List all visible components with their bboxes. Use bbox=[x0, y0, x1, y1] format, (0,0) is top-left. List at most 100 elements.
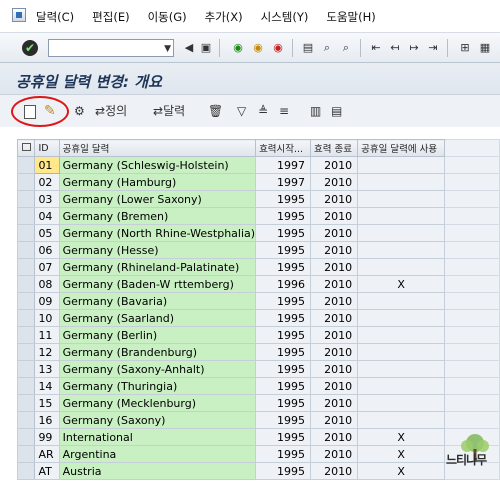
valid-from-cell[interactable]: 1995 bbox=[255, 241, 311, 259]
row-select-cell[interactable] bbox=[16, 173, 36, 191]
table-row[interactable]: 05 Germany (North Rhine-Westphalia) 1995 20… bbox=[16, 224, 500, 242]
calendar-name-cell[interactable]: Germany (Lower Saxony) bbox=[58, 190, 257, 208]
used-flag-cell[interactable] bbox=[357, 377, 446, 395]
menu-calendar[interactable]: 달력(C) bbox=[36, 9, 74, 25]
row-select-cell[interactable] bbox=[16, 156, 36, 174]
calendar-name-cell[interactable]: International bbox=[58, 428, 257, 446]
calendar-name-cell[interactable]: Germany (Brandenburg) bbox=[58, 343, 257, 361]
used-flag-cell[interactable] bbox=[357, 343, 446, 361]
valid-from-cell[interactable]: 1995 bbox=[255, 377, 311, 395]
row-select-cell[interactable] bbox=[16, 190, 36, 208]
valid-to-cell[interactable]: 2010 bbox=[309, 360, 359, 378]
used-flag-cell[interactable]: X bbox=[357, 445, 446, 463]
row-select-cell[interactable] bbox=[16, 207, 36, 225]
calendar-name-cell[interactable]: Germany (Baden-W rttemberg) bbox=[58, 275, 257, 293]
menu-help[interactable]: 도움말(H) bbox=[326, 9, 375, 25]
table-row[interactable]: 04 Germany (Bremen) 1995 2010 bbox=[16, 207, 500, 225]
column-header-id[interactable]: ID bbox=[34, 139, 60, 157]
select-column-header[interactable] bbox=[16, 139, 36, 157]
valid-to-cell[interactable]: 2010 bbox=[309, 445, 359, 463]
id-cell[interactable]: AT bbox=[34, 462, 60, 480]
id-cell[interactable]: 02 bbox=[34, 173, 60, 191]
table-row[interactable]: 13 Germany (Saxony-Anhalt) 1995 2010 bbox=[16, 360, 500, 378]
valid-to-cell[interactable]: 2010 bbox=[309, 258, 359, 276]
valid-to-cell[interactable]: 2010 bbox=[309, 462, 359, 480]
column-header-valid-from[interactable]: 효력시작... bbox=[255, 139, 311, 157]
used-flag-cell[interactable] bbox=[357, 173, 446, 191]
column-header-calendar[interactable]: 공휴일 달력 bbox=[58, 139, 257, 157]
id-cell[interactable]: AR bbox=[34, 445, 60, 463]
command-dropdown-icon[interactable]: ▼ bbox=[164, 40, 171, 58]
used-flag-cell[interactable] bbox=[357, 326, 446, 344]
table-row[interactable]: 06 Germany (Hesse) 1995 2010 bbox=[16, 241, 500, 259]
row-select-cell[interactable] bbox=[16, 411, 36, 429]
sort-descending-icon[interactable]: ≡ bbox=[279, 103, 289, 119]
used-flag-cell[interactable] bbox=[357, 394, 446, 412]
table-row[interactable]: 12 Germany (Brandenburg) 1995 2010 bbox=[16, 343, 500, 361]
valid-to-cell[interactable]: 2010 bbox=[309, 292, 359, 310]
calendar-name-cell[interactable]: Argentina bbox=[58, 445, 257, 463]
calendar-name-cell[interactable]: Germany (Hamburg) bbox=[58, 173, 257, 191]
id-cell[interactable]: 16 bbox=[34, 411, 60, 429]
id-cell[interactable]: 12 bbox=[34, 343, 60, 361]
id-cell[interactable]: 04 bbox=[34, 207, 60, 225]
row-select-cell[interactable] bbox=[16, 292, 36, 310]
valid-to-cell[interactable]: 2010 bbox=[309, 190, 359, 208]
valid-from-cell[interactable]: 1997 bbox=[255, 173, 311, 191]
used-flag-cell[interactable] bbox=[357, 190, 446, 208]
used-flag-cell[interactable] bbox=[357, 292, 446, 310]
calendar-name-cell[interactable]: Germany (Saxony-Anhalt) bbox=[58, 360, 257, 378]
valid-to-cell[interactable]: 2010 bbox=[309, 275, 359, 293]
valid-from-cell[interactable]: 1995 bbox=[255, 292, 311, 310]
used-flag-cell[interactable] bbox=[357, 241, 446, 259]
valid-to-cell[interactable]: 2010 bbox=[309, 326, 359, 344]
table-row[interactable]: AR Argentina 1995 2010 X bbox=[16, 445, 500, 463]
save-icon[interactable]: ▣ bbox=[199, 41, 213, 55]
row-select-cell[interactable] bbox=[16, 309, 36, 327]
valid-to-cell[interactable]: 2010 bbox=[309, 377, 359, 395]
valid-from-cell[interactable]: 1995 bbox=[255, 394, 311, 412]
row-select-cell[interactable] bbox=[16, 360, 36, 378]
id-cell[interactable]: 09 bbox=[34, 292, 60, 310]
valid-from-cell[interactable]: 1995 bbox=[255, 224, 311, 242]
id-cell[interactable]: 05 bbox=[34, 224, 60, 242]
valid-to-cell[interactable]: 2010 bbox=[309, 156, 359, 174]
id-cell[interactable]: 08 bbox=[34, 275, 60, 293]
table-row[interactable]: 09 Germany (Bavaria) 1995 2010 bbox=[16, 292, 500, 310]
used-flag-cell[interactable] bbox=[357, 207, 446, 225]
calendar-name-cell[interactable]: Germany (Saarland) bbox=[58, 309, 257, 327]
valid-from-cell[interactable]: 1995 bbox=[255, 207, 311, 225]
exit-icon[interactable]: ◉ bbox=[251, 41, 265, 55]
calendar-name-cell[interactable]: Germany (Bavaria) bbox=[58, 292, 257, 310]
used-flag-cell[interactable] bbox=[357, 360, 446, 378]
calendar-name-cell[interactable]: Austria bbox=[58, 462, 257, 480]
valid-from-cell[interactable]: 1995 bbox=[255, 445, 311, 463]
valid-from-cell[interactable]: 1995 bbox=[255, 309, 311, 327]
id-cell[interactable]: 99 bbox=[34, 428, 60, 446]
valid-from-cell[interactable]: 1995 bbox=[255, 462, 311, 480]
id-cell[interactable]: 10 bbox=[34, 309, 60, 327]
id-cell[interactable]: 03 bbox=[34, 190, 60, 208]
valid-from-cell[interactable]: 1995 bbox=[255, 428, 311, 446]
id-cell[interactable]: 11 bbox=[34, 326, 60, 344]
sort-ascending-icon[interactable]: ≜ bbox=[258, 103, 268, 119]
row-select-cell[interactable] bbox=[16, 445, 36, 463]
valid-to-cell[interactable]: 2010 bbox=[309, 309, 359, 327]
enter-check-icon[interactable]: ✔ bbox=[22, 40, 38, 56]
table-row[interactable]: 08 Germany (Baden-W rttemberg) 1996 2010 X bbox=[16, 275, 500, 293]
used-flag-cell[interactable] bbox=[357, 309, 446, 327]
table-row[interactable]: 11 Germany (Berlin) 1995 2010 bbox=[16, 326, 500, 344]
id-cell[interactable]: 14 bbox=[34, 377, 60, 395]
first-page-icon[interactable]: ⇤ bbox=[369, 41, 383, 55]
row-select-cell[interactable] bbox=[16, 241, 36, 259]
back-arrow-icon[interactable]: ◀ bbox=[182, 41, 196, 55]
id-cell[interactable]: 06 bbox=[34, 241, 60, 259]
id-cell[interactable]: 07 bbox=[34, 258, 60, 276]
shortcut-icon[interactable]: ▦ bbox=[478, 41, 492, 55]
row-select-cell[interactable] bbox=[16, 275, 36, 293]
row-select-cell[interactable] bbox=[16, 326, 36, 344]
calendar-name-cell[interactable]: Germany (Mecklenburg) bbox=[58, 394, 257, 412]
calendar-name-cell[interactable]: Germany (Schleswig-Holstein) bbox=[58, 156, 257, 174]
used-flag-cell[interactable] bbox=[357, 156, 446, 174]
used-flag-cell[interactable]: X bbox=[357, 275, 446, 293]
